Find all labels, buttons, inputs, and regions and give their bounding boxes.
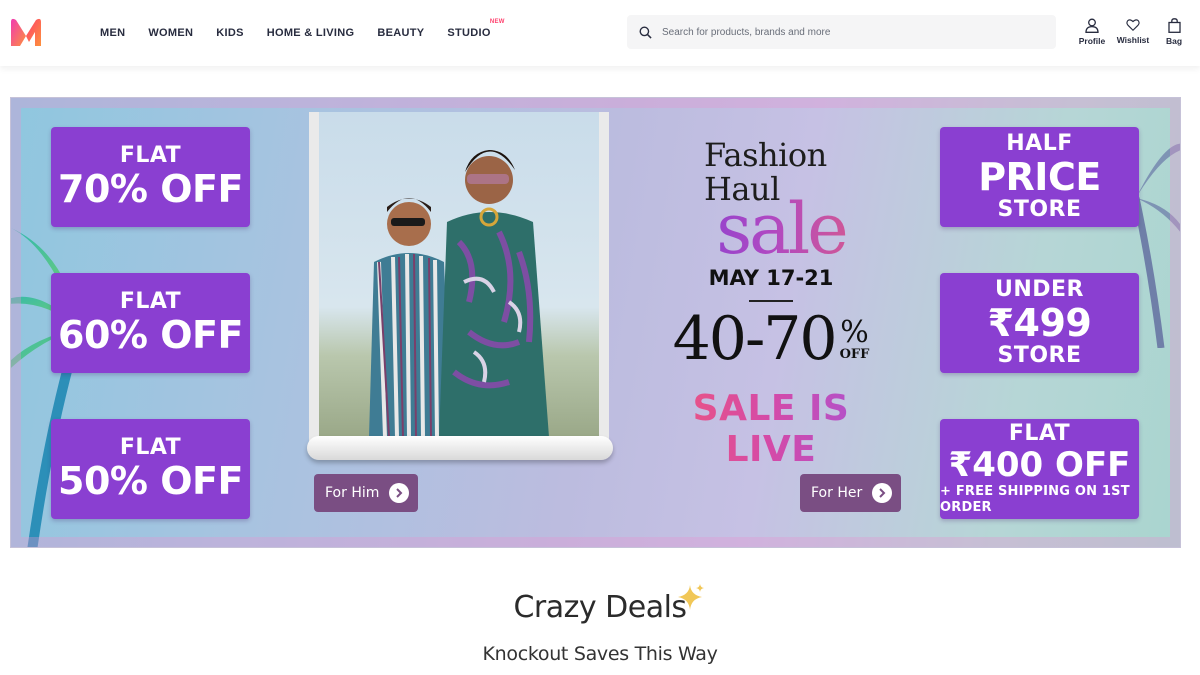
models-photo[interactable]	[319, 112, 599, 437]
models-photo-frame	[309, 112, 609, 447]
flat-60-off-tile[interactable]: FLAT 60% OFF	[51, 273, 250, 373]
bag-icon	[1167, 18, 1181, 33]
nav-item-kids[interactable]: KIDS	[216, 27, 243, 39]
for-him-button[interactable]: For Him	[314, 474, 419, 512]
discount-range-value: 40-70	[672, 304, 838, 374]
discount-suffix: % OFF	[840, 318, 870, 362]
tile-line3: STORE	[997, 197, 1082, 222]
flat-50-off-tile[interactable]: FLAT 50% OFF	[51, 419, 250, 519]
photo-scroll-base	[307, 436, 613, 460]
nav-item-studio-label[interactable]: STUDIO	[447, 27, 490, 39]
nav-item-men[interactable]: MEN	[100, 27, 125, 39]
header-actions: Profile Wishlist Bag	[1071, 18, 1194, 46]
nav-item-women[interactable]: WOMEN	[148, 27, 193, 39]
chevron-right-icon	[389, 483, 410, 503]
off-label: OFF	[839, 347, 870, 362]
wishlist-label: Wishlist	[1116, 35, 1150, 45]
profile-icon	[1085, 18, 1099, 33]
tile-line3: STORE	[997, 343, 1082, 368]
half-price-store-tile[interactable]: HALF PRICE STORE	[940, 127, 1139, 227]
tile-line1: FLAT	[1008, 421, 1071, 446]
profile-button[interactable]: Profile	[1072, 18, 1112, 46]
tile-line2: 50% OFF	[58, 459, 243, 503]
tile-line2: ₹499	[987, 301, 1092, 345]
tile-line1: UNDER	[994, 277, 1084, 302]
nav-item-beauty[interactable]: BEAUTY	[377, 27, 424, 39]
myntra-logo-icon[interactable]	[8, 16, 44, 48]
sale-live-status: SALE IS LIVE	[651, 388, 891, 470]
tile-line2: 60% OFF	[58, 313, 243, 357]
heart-icon	[1126, 19, 1140, 32]
tile-line1: HALF	[1006, 131, 1073, 156]
divider	[749, 300, 793, 302]
nav-item-studio[interactable]: STUDIO NEW	[447, 19, 504, 39]
tile-line2: 70% OFF	[58, 167, 243, 211]
new-badge: NEW	[489, 19, 505, 25]
percent-sign: %	[840, 315, 869, 350]
bag-label: Bag	[1165, 36, 1183, 46]
for-her-button[interactable]: For Her	[800, 474, 902, 512]
sale-title-word: sale	[651, 194, 891, 264]
sale-headline: Fashion Haul sale MAY 17-21 40-70 % OFF …	[651, 138, 891, 470]
sale-title-line1: Fashion	[704, 136, 827, 174]
search-icon[interactable]	[628, 16, 662, 48]
flat-400-off-tile[interactable]: FLAT ₹400 OFF + FREE SHIPPING ON 1ST ORD…	[940, 419, 1139, 519]
search-bar	[627, 15, 1056, 49]
tile-line2: ₹400 OFF	[948, 445, 1131, 485]
flat-70-off-tile[interactable]: FLAT 70% OFF	[51, 127, 250, 227]
chevron-right-icon	[872, 483, 893, 503]
models-illustration	[369, 150, 549, 437]
discount-range: 40-70 % OFF	[651, 308, 891, 370]
sale-banner[interactable]: FLAT 70% OFF FLAT 60% OFF FLAT 50% OFF F…	[10, 97, 1181, 548]
tile-line1: FLAT	[119, 435, 182, 460]
section-title: Crazy Deals	[513, 590, 687, 625]
site-header: MEN WOMEN KIDS HOME & LIVING BEAUTY STUD…	[0, 0, 1200, 66]
for-her-label: For Her	[811, 485, 863, 501]
sparkle-icon	[678, 584, 704, 610]
tile-line1: FLAT	[119, 143, 182, 168]
for-him-label: For Him	[325, 485, 380, 501]
nav-item-home-living[interactable]: HOME & LIVING	[267, 27, 355, 39]
search-input[interactable]	[662, 26, 1042, 38]
tile-line3: + FREE SHIPPING ON 1ST ORDER	[940, 484, 1130, 515]
under-499-store-tile[interactable]: UNDER ₹499 STORE	[940, 273, 1139, 373]
bag-button[interactable]: Bag	[1154, 18, 1194, 46]
wishlist-button[interactable]: Wishlist	[1113, 18, 1153, 46]
tile-line2: PRICE	[978, 155, 1101, 199]
sale-dates: MAY 17-21	[708, 266, 834, 290]
profile-label: Profile	[1078, 36, 1106, 46]
main-nav: MEN WOMEN KIDS HOME & LIVING BEAUTY STUD…	[100, 0, 514, 66]
tile-line1: FLAT	[119, 289, 182, 314]
section-subtitle: Knockout Saves This Way	[482, 643, 718, 665]
